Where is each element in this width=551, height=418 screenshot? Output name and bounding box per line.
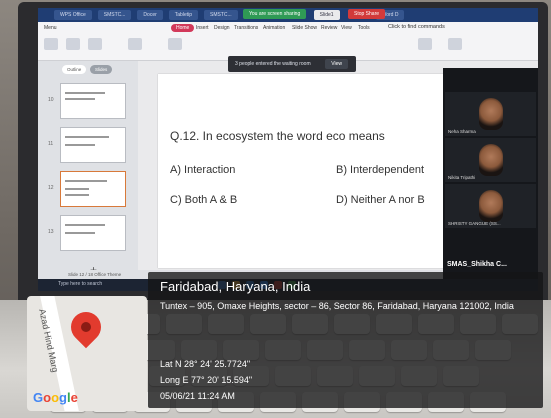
slide-thumbnail[interactable] (60, 127, 126, 163)
menu-item-menu[interactable]: Menu (44, 25, 57, 31)
slide-thumbnail-panel: Outline Slides 10 11 12 13 + (38, 61, 138, 291)
stop-share-button[interactable]: Stop Share (348, 9, 386, 19)
geotag-city: Faridabad, Haryana, India (160, 279, 311, 294)
waiting-room-notice: 3 people entered the waiting room View (228, 56, 356, 72)
tab-3[interactable]: Tabletip (168, 10, 198, 20)
meeting-video-strip: Neha Sharma Nikita Tripathi SHRISTY GANG… (443, 68, 538, 290)
paste-icon[interactable] (44, 38, 58, 50)
menu-item-insert[interactable]: Insert (196, 25, 209, 31)
location-pin-icon (64, 305, 108, 349)
option-a: A) Interaction (170, 164, 236, 176)
slide-question: Q.12. In ecosystem the word eco means (170, 129, 385, 143)
slide-thumbnail[interactable] (60, 83, 126, 119)
text-box-icon[interactable] (418, 38, 432, 50)
option-d: D) Neither A nor B (336, 194, 425, 206)
menu-item-tools[interactable]: Tools (358, 25, 370, 31)
participant-name: SHRISTY GANGUE (SS... (448, 221, 501, 226)
participant-name: Neha Sharma (448, 129, 476, 134)
geotag-info-box: Faridabad, Haryana, India Tuntex – 905, … (148, 272, 543, 408)
self-video-name: SMAS_Shikha C... (447, 261, 507, 268)
tab-1[interactable]: SMSTC... (97, 10, 132, 20)
option-b: B) Interdependent (336, 164, 425, 176)
location-map-thumbnail: Azad Hind Marg Google (27, 296, 147, 411)
geotag-address: Tuntex – 905, Omaxe Heights, sector – 86… (160, 301, 514, 311)
view-waiting-room-button[interactable]: View (325, 59, 348, 69)
tab-4[interactable]: SMSTC... (204, 10, 238, 20)
tab-2[interactable]: Docer (137, 10, 163, 20)
geotag-latitude: Lat N 28° 24' 25.7724" (160, 359, 251, 369)
participant-face (479, 98, 503, 130)
participant-face (479, 190, 503, 222)
laptop-screen: WPS Office SMSTC... Docer Tabletip SMSTC… (38, 8, 538, 291)
new-slide-icon[interactable] (128, 38, 142, 50)
menu-item-home[interactable]: Home (171, 24, 195, 32)
menu-item-design[interactable]: Design (214, 25, 230, 31)
taskbar-search[interactable]: Type here to search (58, 281, 102, 287)
screen-share-indicator: You are screen sharing (243, 9, 307, 19)
waiting-room-text: 3 people entered the waiting room (235, 61, 311, 67)
format-painter-icon[interactable] (88, 38, 102, 50)
menu-item-slideshow[interactable]: Slide Show (292, 25, 317, 31)
slide-thumbnail[interactable] (60, 215, 126, 251)
participant-name: Nikita Tripathi (448, 175, 476, 180)
participant-video[interactable]: Nikita Tripathi (445, 138, 536, 182)
menu-item-view[interactable]: View (341, 25, 352, 31)
tab-0[interactable]: WPS Office (54, 10, 92, 20)
tab-slides[interactable]: Slides (90, 65, 113, 74)
participant-video[interactable]: SHRISTY GANGUE (SS... (445, 184, 536, 228)
slide-number: 11 (48, 141, 54, 147)
geotag-longitude: Long E 77° 20' 15.594" (160, 375, 253, 385)
menu-item-animation[interactable]: Animation (263, 25, 285, 31)
slide-number: 12 (48, 185, 54, 191)
option-c: C) Both A & B (170, 194, 238, 206)
participant-video[interactable]: Neha Sharma (445, 92, 536, 136)
shapes-icon[interactable] (448, 38, 462, 50)
menu-item-transitions[interactable]: Transitions (234, 25, 258, 31)
google-logo: Google (33, 390, 78, 405)
slide-number: 10 (48, 97, 54, 103)
geotag-datetime: 05/06/21 11:24 AM (160, 391, 235, 401)
slide-number: 13 (48, 229, 54, 235)
slide-thumbnail-selected[interactable] (60, 171, 126, 207)
menu-item-review[interactable]: Review (321, 25, 337, 31)
current-slide: Q.12. In ecosystem the word eco means A)… (158, 74, 448, 268)
tab-outline[interactable]: Outline (62, 65, 87, 74)
layout-icon[interactable] (168, 38, 182, 50)
participant-face (479, 144, 503, 176)
copy-icon[interactable] (66, 38, 80, 50)
find-commands-search[interactable]: Click to find commands (388, 24, 445, 30)
tab-5[interactable]: Slide1 (313, 10, 340, 20)
